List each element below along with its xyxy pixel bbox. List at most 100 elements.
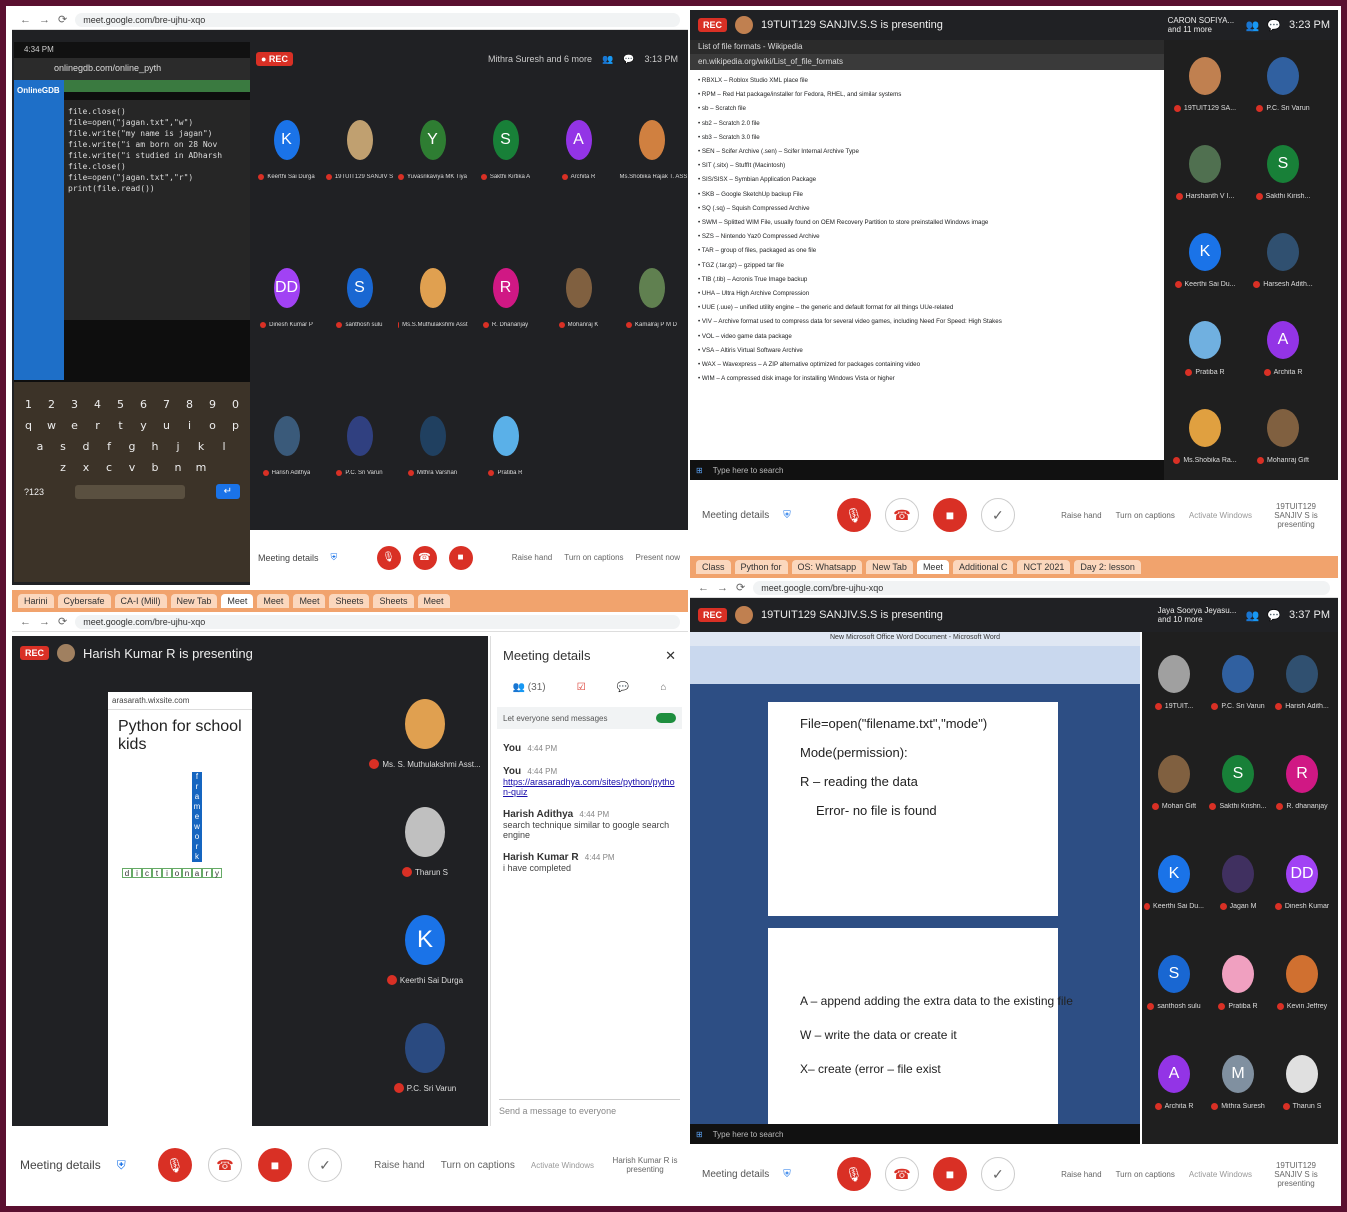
doc-line[interactable]: R – reading the data: [800, 774, 1026, 789]
phone-url[interactable]: onlinegdb.com/online_pyth: [14, 58, 250, 80]
key-j[interactable]: j: [170, 440, 186, 453]
code-line[interactable]: file.close(): [68, 161, 246, 172]
wiki-list-item[interactable]: • SZS – Nintendo Yaz0 Compressed Archive: [698, 230, 1156, 244]
crossword-cell[interactable]: t: [152, 868, 162, 878]
chat-icon[interactable]: 💬: [1267, 19, 1281, 32]
chat-icon[interactable]: 💬: [1267, 609, 1281, 622]
reload-icon[interactable]: ⟳: [58, 615, 67, 628]
crossword-cell[interactable]: y: [212, 868, 222, 878]
participant-tile[interactable]: 19TUIT129 SANJIV S: [323, 80, 396, 220]
key-8[interactable]: 8: [182, 398, 198, 411]
key-r[interactable]: r: [90, 419, 106, 432]
crossword-cell[interactable]: i: [132, 868, 142, 878]
key-symbols[interactable]: ?123: [24, 487, 44, 497]
doc-line[interactable]: A – append adding the extra data to the …: [800, 994, 1073, 1008]
key-c[interactable]: c: [101, 461, 117, 474]
messages-toggle[interactable]: [656, 713, 676, 723]
captions-button[interactable]: Turn on captions: [441, 1160, 515, 1171]
shield-icon[interactable]: ⛨: [783, 1169, 791, 1180]
browser-tab[interactable]: Meet: [293, 594, 326, 608]
captions-button[interactable]: Turn on captions: [1116, 511, 1175, 520]
address-bar[interactable]: ← → ⟳ meet.google.com/bre-ujhu-xqo: [12, 10, 688, 30]
browser-tab[interactable]: Day 2: lesson: [1074, 560, 1141, 574]
participant-tile[interactable]: Ssanthosh sulu: [323, 228, 396, 368]
crossword-cell[interactable]: r: [192, 782, 202, 792]
code-line[interactable]: file.write("my name is jagan"): [68, 128, 246, 139]
camera-off-button[interactable]: ■: [448, 545, 473, 570]
present-now-button[interactable]: Present now: [636, 553, 680, 562]
crossword-cell[interactable]: r: [192, 842, 202, 852]
crossword-cell[interactable]: o: [172, 868, 182, 878]
key-q[interactable]: q: [21, 419, 37, 432]
wiki-list-item[interactable]: • SWM – Splitted WIM File, usually found…: [698, 216, 1156, 230]
participant-tile[interactable]: Kamalraj P M D: [615, 228, 688, 368]
browser-tab[interactable]: Sheets: [373, 594, 414, 608]
crossword-grid[interactable]: dictionaryframework: [108, 772, 252, 1032]
participant-tile[interactable]: P.C. Sri Varun: [362, 1004, 488, 1112]
forward-icon[interactable]: →: [39, 14, 50, 26]
browser-tab[interactable]: Additional C: [952, 560, 1014, 574]
key-x[interactable]: x: [78, 461, 94, 474]
key-b[interactable]: b: [147, 461, 163, 474]
key-m[interactable]: m: [193, 461, 209, 474]
hangup-button[interactable]: ☎: [412, 545, 437, 570]
raise-hand-button[interactable]: Raise hand: [1061, 1170, 1101, 1179]
crossword-cell[interactable]: w: [192, 822, 202, 832]
participant-tile[interactable]: Mohanraj K: [542, 228, 615, 368]
shield-icon[interactable]: ⛨: [331, 552, 338, 563]
code-line[interactable]: file.close(): [68, 106, 246, 117]
participant-tile[interactable]: Mithra Varshan: [396, 376, 469, 516]
doc-line[interactable]: Error- no file is found: [816, 803, 1026, 818]
key-o[interactable]: o: [205, 419, 221, 432]
key-enter[interactable]: ↵: [215, 484, 240, 499]
wiki-list-item[interactable]: • VOL – video game data package: [698, 330, 1156, 344]
wiki-list-item[interactable]: • WIM – A compressed disk image for inst…: [698, 372, 1156, 386]
participant-tile[interactable]: P.C. Sri Varun: [1244, 40, 1322, 128]
participant-tile[interactable]: Ms.S.Muthulakshmi Asst: [396, 228, 469, 368]
raise-hand-button[interactable]: Raise hand: [1061, 511, 1101, 520]
key-w[interactable]: w: [44, 419, 60, 432]
participant-tile[interactable]: Ms.Shobika Ra...: [1166, 392, 1244, 480]
people-icon[interactable]: 👥: [1246, 609, 1260, 622]
wiki-list-item[interactable]: • TIB (.tib) – Acronis True Image backup: [698, 273, 1156, 287]
hangup-button[interactable]: ☎: [884, 498, 919, 532]
camera-off-button[interactable]: ■: [257, 1148, 292, 1182]
code-editor[interactable]: file.close() file=open("jagan.txt","w") fi…: [64, 100, 250, 320]
mic-off-button[interactable]: 🎙: [376, 545, 401, 570]
browser-tab[interactable]: Python for: [734, 560, 788, 574]
code-line[interactable]: file=open("jagan.txt","w"): [68, 117, 246, 128]
participant-tile[interactable]: Harish Adithya: [250, 376, 323, 516]
url-text[interactable]: meet.google.com/bre-ujhu-xqo: [753, 580, 1330, 595]
wiki-list-item[interactable]: • SIS/SISX – Symbian Application Package: [698, 173, 1156, 187]
participant-tile[interactable]: A Archita R: [1244, 304, 1322, 392]
wiki-list-item[interactable]: • TAR – group of files, packaged as one …: [698, 244, 1156, 258]
browser-tab[interactable]: Meet: [916, 560, 949, 574]
key-k[interactable]: k: [193, 440, 209, 453]
participant-tile[interactable]: DD Dinesh Kumar P: [250, 228, 323, 368]
crossword-cell[interactable]: c: [142, 868, 152, 878]
start-icon[interactable]: ⊞: [696, 466, 703, 475]
participant-tile[interactable]: Pratiba R: [1166, 304, 1244, 392]
browser-tab[interactable]: Class: [696, 560, 731, 574]
browser-tab[interactable]: Meet: [257, 594, 290, 608]
back-icon[interactable]: ←: [20, 14, 31, 26]
participant-tile[interactable]: DD Dinesh Kumar: [1270, 832, 1334, 932]
key-h[interactable]: h: [147, 440, 163, 453]
wiki-list-item[interactable]: • VIV – Archive format used to compress …: [698, 315, 1156, 329]
phone-url[interactable]: arasarath.wixsite.com: [108, 692, 252, 710]
wiki-list-item[interactable]: • SIT (.sitx) – StuffIt (Macintosh): [698, 159, 1156, 173]
browser-tab[interactable]: Sheets: [329, 594, 370, 608]
people-tab[interactable]: 👥 (31): [513, 682, 546, 693]
forward-icon[interactable]: →: [39, 616, 50, 628]
code-line[interactable]: file=open("jagan.txt","r"): [68, 172, 246, 183]
key-l[interactable]: l: [216, 440, 232, 453]
wiki-list-item[interactable]: • SEN – Scifer Archive (.sen) – Scifer I…: [698, 145, 1156, 159]
doc-line[interactable]: W – write the data or create it: [800, 1028, 1026, 1042]
key-a[interactable]: a: [32, 440, 48, 453]
more-options-button[interactable]: ✓: [307, 1148, 342, 1182]
participant-tile[interactable]: K Keerthi Sai Du...: [1142, 832, 1206, 932]
participant-tile[interactable]: Pratiba R: [469, 376, 542, 516]
wiki-list-item[interactable]: • sb3 – Scratch 3.0 file: [698, 131, 1156, 145]
participant-tile[interactable]: 19TUIT...: [1142, 632, 1206, 732]
taskbar-search[interactable]: Type here to search: [713, 1130, 784, 1139]
